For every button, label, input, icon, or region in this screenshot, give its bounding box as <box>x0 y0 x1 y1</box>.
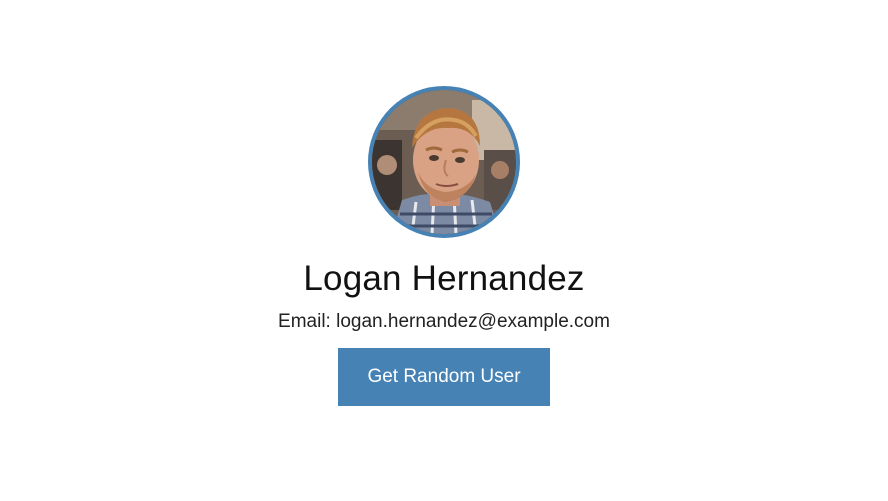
page: Logan Hernandez Email: logan.hernandez@e… <box>0 0 888 501</box>
user-name: Logan Hernandez <box>303 259 585 298</box>
avatar-photo <box>372 90 516 234</box>
get-random-user-button[interactable]: Get Random User <box>338 348 550 406</box>
user-email: Email: logan.hernandez@example.com <box>278 311 610 332</box>
avatar <box>368 86 520 238</box>
user-card: Logan Hernandez Email: logan.hernandez@e… <box>0 86 888 406</box>
